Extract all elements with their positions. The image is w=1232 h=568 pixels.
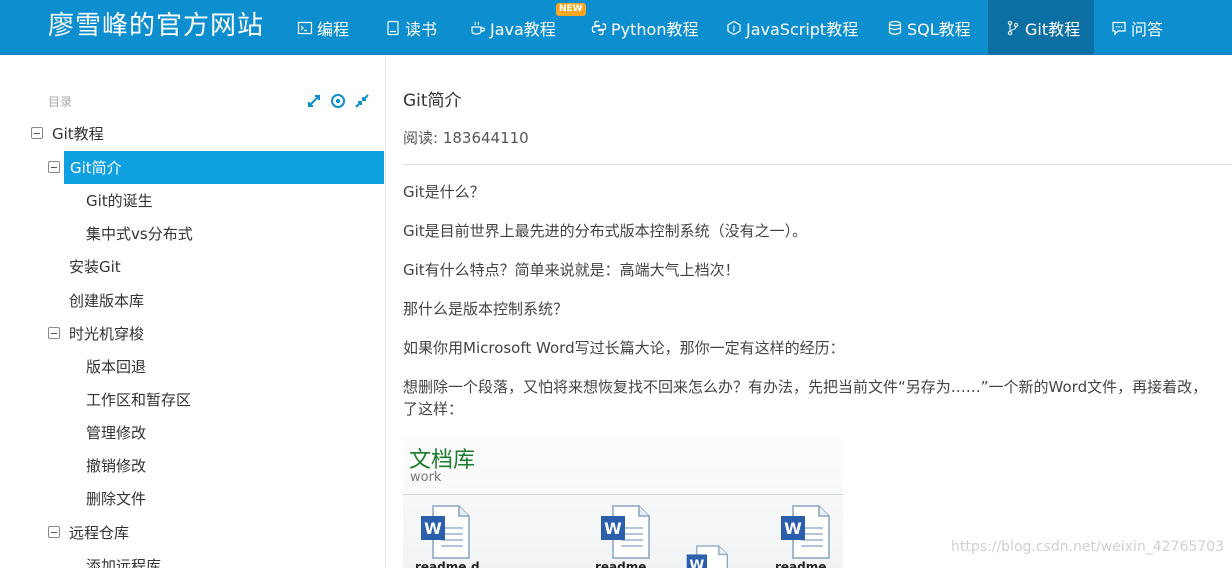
toc-item-label: 版本回退: [86, 358, 147, 376]
toc-item-install-git[interactable]: 安装Git: [69, 250, 369, 283]
toc-item-label: 安装Git: [69, 258, 121, 276]
toc-item-git-tutorial[interactable]: Git教程: [30, 117, 380, 150]
toc-item-label: 添加远程库: [86, 557, 162, 568]
svg-text:W: W: [424, 519, 442, 538]
coffee-cup-icon: [470, 20, 486, 36]
read-count: 阅读: 183644110: [403, 129, 529, 147]
nav-item-git[interactable]: Git教程: [988, 0, 1094, 55]
paragraph: Git有什么特点？简单来说就是：高端大气上档次！: [403, 261, 740, 279]
word-document-icon: W: [419, 504, 471, 560]
book-icon: [385, 20, 401, 36]
toc-sidebar: 目录 Git教程 Git简介 Git的诞生 集中式vs分布式 安装Git 创建版…: [0, 56, 386, 568]
toc-item-working-dir-stage[interactable]: 工作区和暂存区: [86, 383, 376, 416]
svg-text:W: W: [689, 558, 704, 568]
svg-text:W: W: [604, 519, 622, 538]
nav-item-java[interactable]: Java教程 NEW: [470, 0, 586, 55]
divider: [403, 164, 1232, 165]
paragraph: 如果你用Microsoft Word写过长篇大论，那你一定有这样的经历：: [403, 339, 845, 357]
toc-item-label: 创建版本库: [69, 292, 145, 310]
nav-label: SQL教程: [907, 19, 971, 39]
word-document-icon: W: [599, 504, 651, 560]
nav-label: 读书: [405, 19, 438, 39]
toc-item-centralized-vs-distributed[interactable]: 集中式vs分布式: [86, 217, 376, 250]
toc-item-label: 时光机穿梭: [69, 325, 145, 343]
toc-item-create-repo[interactable]: 创建版本库: [69, 284, 369, 317]
nav-item-python[interactable]: Python教程: [591, 0, 698, 55]
nav-label: Java教程: [490, 19, 556, 39]
nav-item-javascript[interactable]: JavaScript教程: [726, 0, 858, 55]
collapse-toggle-icon[interactable]: [48, 526, 60, 538]
toc-item-label: 工作区和暂存区: [86, 391, 192, 409]
toc-item-label: Git教程: [52, 125, 104, 143]
target-icon[interactable]: [330, 93, 346, 109]
terminal-icon: [297, 20, 313, 36]
toc-item-manage-changes[interactable]: 管理修改: [86, 416, 376, 449]
toc-item-remote-repo[interactable]: 远程仓库: [48, 516, 368, 549]
nav-label: 问答: [1131, 19, 1164, 39]
paragraph: 了这样：: [403, 400, 464, 418]
toc-item-label: 删除文件: [86, 490, 147, 508]
word-document-icon: W: [685, 544, 729, 568]
nav-label: 编程: [317, 19, 350, 39]
file-name: readme: [595, 560, 647, 568]
nav-label: Git教程: [1025, 19, 1081, 39]
expand-icon[interactable]: [306, 93, 322, 109]
toc-item-label: 撤销修改: [86, 457, 147, 475]
toc-item-label: Git的诞生: [86, 192, 153, 210]
toc-item-undo-changes[interactable]: 撤销修改: [86, 449, 376, 482]
toc-item-time-machine[interactable]: 时光机穿梭: [48, 317, 368, 350]
nav-label: JavaScript教程: [746, 19, 859, 39]
toc-item-delete-file[interactable]: 删除文件: [86, 482, 376, 515]
toc-item-label: 集中式vs分布式: [86, 225, 193, 243]
collapse-toggle-icon[interactable]: [48, 327, 60, 339]
figure-subtitle: work: [410, 470, 442, 485]
nav-item-qa[interactable]: 问答: [1111, 0, 1163, 55]
paragraph: 想删除一个段落，又怕将来想恢复找不回来怎么办？有办法，先把当前文件“另存为……”…: [403, 378, 1208, 396]
python-icon: [591, 20, 607, 36]
toc-item-version-rollback[interactable]: 版本回退: [86, 350, 376, 383]
nav-item-programming[interactable]: 编程: [297, 0, 349, 55]
database-icon: [887, 20, 903, 36]
document-library-figure: 文档库 work W W W W readme.d readme readme: [403, 436, 843, 568]
toc-item-label: Git简介: [70, 159, 122, 177]
file-name: readme.d: [415, 560, 480, 568]
watermark: https://blog.csdn.net/weixin_42765703: [950, 539, 1224, 555]
paragraph: 那什么是版本控制系统？: [403, 300, 569, 318]
nav-item-reading[interactable]: 读书: [385, 0, 437, 55]
paragraph: Git是什么？: [403, 183, 485, 201]
nav-label: Python教程: [611, 19, 699, 39]
site-brand[interactable]: 廖雪峰的官方网站: [48, 9, 264, 43]
toc-item-git-intro[interactable]: Git简介: [48, 151, 384, 184]
file-name: readme: [775, 560, 827, 568]
toc-item-git-birth[interactable]: Git的诞生: [86, 184, 376, 217]
toc-item-label: 管理修改: [86, 424, 147, 442]
svg-text:W: W: [784, 519, 802, 538]
page-title: Git简介: [403, 91, 462, 111]
nav-item-sql[interactable]: SQL教程: [887, 0, 971, 55]
collapse-icon[interactable]: [354, 93, 370, 109]
toc-title: 目录: [48, 95, 73, 109]
paragraph: Git是目前世界上最先进的分布式版本控制系统（没有之一）。: [403, 222, 808, 240]
new-badge: NEW: [556, 3, 586, 16]
collapse-toggle-icon[interactable]: [31, 127, 43, 139]
toc-item-label: 远程仓库: [69, 524, 130, 542]
figure-divider: [403, 494, 843, 495]
git-branch-icon: [1005, 20, 1021, 36]
toc-item-add-remote[interactable]: 添加远程库: [86, 549, 376, 568]
js-hexagon-icon: [726, 20, 742, 36]
collapse-toggle-icon[interactable]: [48, 161, 60, 173]
chat-bubble-icon: [1111, 20, 1127, 36]
word-document-icon: W: [779, 504, 831, 560]
top-nav-bar: 廖雪峰的官方网站 编程 读书 Java教程 NEW Python教程 JavaS…: [0, 0, 1232, 55]
